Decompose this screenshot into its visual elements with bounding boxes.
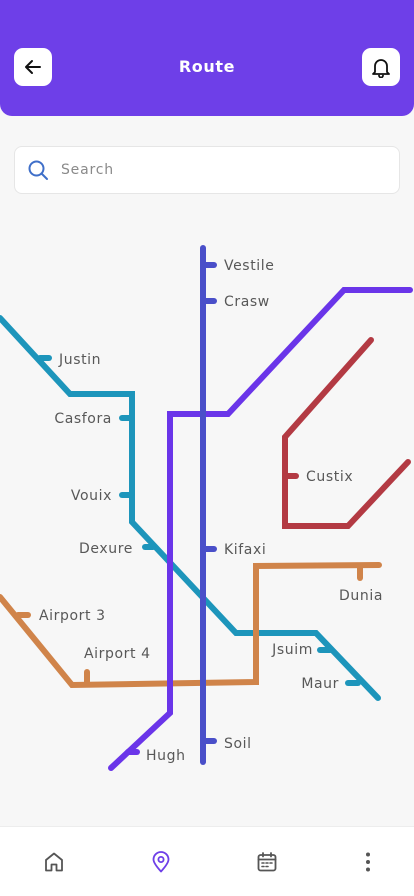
red-line[interactable] [282, 337, 411, 529]
station-label-dexure[interactable]: Dexure [79, 541, 133, 557]
station-label-custix[interactable]: Custix [306, 469, 353, 485]
station-label-dunia[interactable]: Dunia [339, 588, 383, 604]
search-icon [27, 159, 49, 181]
route-screen: Route Search Vestile Crasw Justin Casfor… [0, 0, 414, 896]
station-label-justin[interactable]: Justin [58, 352, 101, 368]
nav-more[interactable] [354, 848, 382, 876]
station-label-kifaxi[interactable]: Kifaxi [224, 542, 266, 558]
route-map-canvas: Vestile Crasw Justin Casfora Custix Voui… [0, 245, 413, 771]
nav-route[interactable] [147, 848, 175, 876]
bottom-nav [0, 826, 414, 896]
station-label-crasw[interactable]: Crasw [224, 294, 270, 310]
purple-line[interactable] [108, 287, 413, 771]
search-input[interactable] [59, 161, 379, 179]
nav-calendar[interactable] [253, 848, 281, 876]
bell-icon [372, 59, 390, 78]
station-label-casfora[interactable]: Casfora [54, 411, 112, 427]
more-vertical-icon [366, 852, 370, 872]
station-label-maur[interactable]: Maur [301, 676, 339, 692]
page-title: Route [178, 57, 236, 76]
map-pin-icon [152, 851, 170, 873]
teal-line[interactable] [0, 315, 381, 701]
nav-home[interactable] [40, 848, 68, 876]
station-label-jsuim[interactable]: Jsuim [271, 642, 313, 658]
route-map[interactable]: Vestile Crasw Justin Casfora Custix Voui… [0, 200, 414, 820]
calendar-icon [257, 852, 277, 872]
app-header: Route [0, 0, 414, 116]
station-label-vestile[interactable]: Vestile [224, 258, 274, 274]
station-label-hugh[interactable]: Hugh [146, 748, 186, 764]
station-label-vouix[interactable]: Vouix [71, 488, 112, 504]
station-label-soil[interactable]: Soil [224, 736, 252, 752]
station-label-airport4[interactable]: Airport 4 [84, 646, 151, 662]
station-label-airport3[interactable]: Airport 3 [39, 608, 106, 624]
notification-button[interactable] [362, 48, 400, 86]
home-icon [45, 852, 63, 872]
search-bar[interactable] [14, 146, 400, 194]
